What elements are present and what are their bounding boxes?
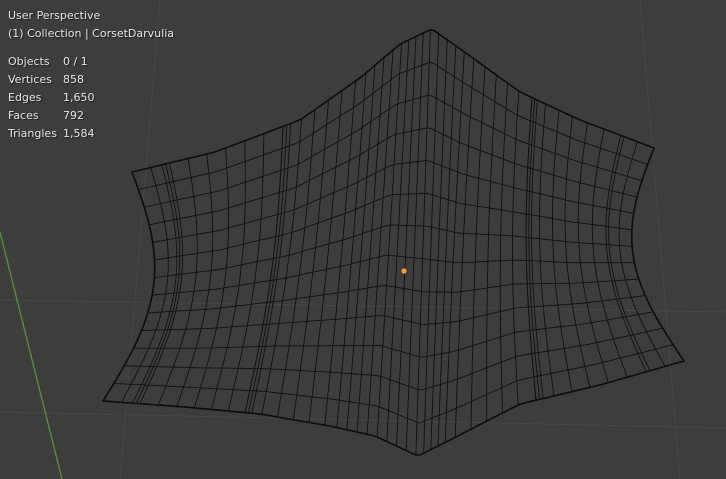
mesh-vertical-edge [176,153,214,407]
mesh-horizontal-edge [147,278,639,314]
mesh-vertical-edge [454,58,475,438]
mesh-vertical-edge [405,33,424,451]
mesh-vertical-edge [564,116,591,388]
mesh-vertical-edge [193,147,230,409]
mesh-outline [101,28,686,456]
mesh-vertical-edge [430,39,448,450]
mesh-vertical-edge [423,33,440,454]
object-origin-point[interactable] [400,267,408,275]
y-axis-line [0,231,63,479]
mesh-vertical-edge [396,36,417,447]
3d-viewport[interactable]: User Perspective (1) Collection | Corset… [0,0,726,479]
mesh-horizontal-edge [124,327,663,391]
mesh-vertical-edge [486,74,497,422]
floor-grid [0,0,726,479]
mesh-vertical-edge [227,133,265,412]
mesh-vertical-edge [444,51,465,443]
mesh-vertical-edge [415,29,431,456]
mesh-vertical-edge [210,140,246,410]
mesh-horizontal-edge [154,192,632,261]
mesh-horizontal-edge [152,254,635,296]
corset-mesh-wireframe[interactable] [102,29,685,456]
mesh-vertical-edge [437,45,457,447]
viewport-canvas[interactable] [0,0,726,479]
